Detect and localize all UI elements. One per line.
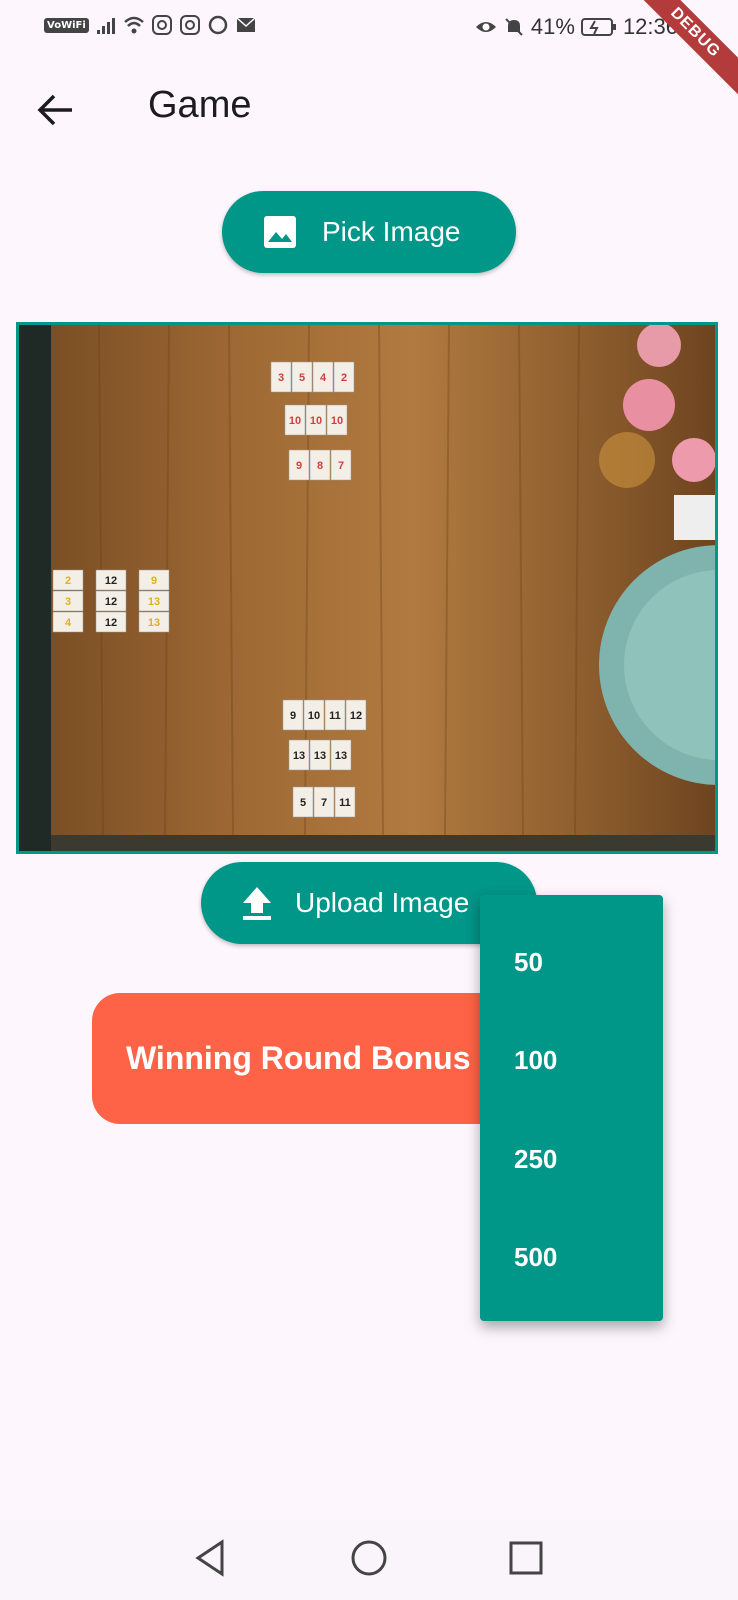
dropdown-option-100[interactable]: 100 <box>514 1045 557 1076</box>
tile-number: 3 <box>278 372 284 384</box>
page-title: Game <box>148 84 252 126</box>
tile-number: 13 <box>314 750 326 762</box>
mail-icon <box>236 17 256 32</box>
battery-percent: 41% <box>530 14 575 39</box>
tile-number: 8 <box>317 460 323 472</box>
status-bar: VoWiFi 41% 12:36 DEBUG <box>0 0 738 103</box>
bonus-dropdown-menu: 50 100 250 500 <box>480 895 663 1321</box>
pick-image-label: Pick Image <box>322 216 461 247</box>
tile-number: 5 <box>300 797 306 809</box>
tile-number: 9 <box>290 710 296 722</box>
upload-image-label: Upload Image <box>295 887 470 918</box>
tile-number: 4 <box>320 372 327 384</box>
nav-back-icon[interactable] <box>190 1536 234 1580</box>
tile-number: 4 <box>65 617 72 629</box>
tile-number: 5 <box>299 372 305 384</box>
tile-number: 12 <box>105 596 117 608</box>
tile-number: 2 <box>341 372 347 384</box>
winning-round-bonus-label: Winning Round Bonus <box>126 1040 471 1076</box>
winning-round-bonus-button[interactable]: Winning Round Bonus <box>92 993 532 1124</box>
eye-icon <box>475 22 496 32</box>
tile-number: 2 <box>65 575 71 587</box>
dropdown-option-250[interactable]: 250 <box>514 1144 557 1175</box>
battery-charging-icon <box>580 18 616 36</box>
image-icon <box>264 216 296 248</box>
tile-number: 12 <box>105 617 117 629</box>
tile-number: 13 <box>335 750 347 762</box>
tile-number: 9 <box>296 460 302 472</box>
tile-number: 3 <box>65 596 71 608</box>
back-arrow-icon[interactable] <box>34 88 78 132</box>
dropdown-option-500[interactable]: 500 <box>514 1242 557 1273</box>
tile-number: 10 <box>289 415 301 427</box>
status-right-icons: 41% 12:36 <box>475 14 678 40</box>
instagram-icon <box>151 15 172 35</box>
tile-number: 10 <box>331 415 343 427</box>
tile-number: 12 <box>350 710 362 722</box>
tile-number: 12 <box>105 575 117 587</box>
dropdown-option-50[interactable]: 50 <box>514 947 543 978</box>
vowifi-badge: VoWiFi <box>44 17 89 33</box>
tile-number: 10 <box>310 415 322 427</box>
tile-number: 13 <box>148 617 160 629</box>
bell-muted-icon <box>505 18 523 36</box>
pick-image-button[interactable]: Pick Image <box>222 191 516 273</box>
tile-number: 7 <box>338 460 344 472</box>
nav-home-icon[interactable] <box>347 1536 391 1580</box>
instagram-icon-2 <box>179 15 200 35</box>
app-bar: Game <box>0 70 738 150</box>
circle-notification-icon <box>208 15 228 35</box>
upload-icon <box>243 887 271 920</box>
signal-icon <box>96 18 115 34</box>
tile-number: 10 <box>308 710 320 722</box>
tile-number: 11 <box>329 710 341 722</box>
game-board-photo: 3 5 4 2 10 10 10 9 8 7 2 3 4 12 12 12 9 13 13 9 10 11 12 13 13 13… <box>19 325 715 851</box>
tile-number: 13 <box>293 750 305 762</box>
tile-number: 11 <box>339 797 351 809</box>
status-left-icons: VoWiFi <box>44 14 257 36</box>
wifi-icon <box>123 16 144 34</box>
nav-recents-icon[interactable] <box>504 1536 548 1580</box>
tile-number: 9 <box>151 575 157 587</box>
picked-image: 3 5 4 2 10 10 10 9 8 7 2 3 4 12 12 12 9 13 13 9 10 11 12 13 13 13… <box>16 322 718 854</box>
tile-number: 13 <box>148 596 160 608</box>
system-nav-bar <box>0 1520 738 1600</box>
tile-number: 7 <box>321 797 327 809</box>
